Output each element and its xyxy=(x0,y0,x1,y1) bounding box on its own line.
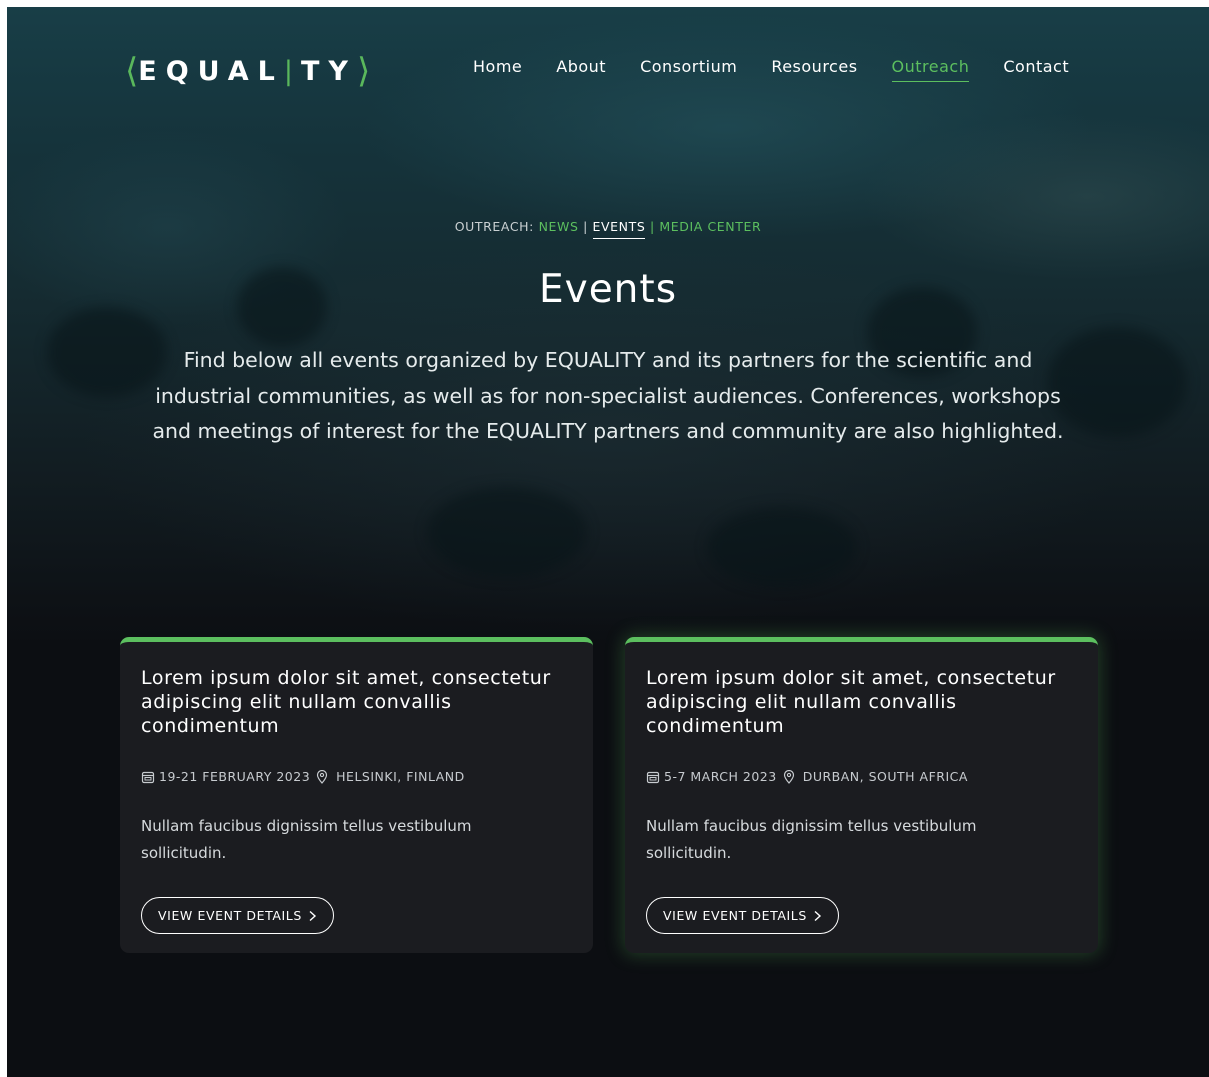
event-card: Lorem ipsum dolor sit amet, consectetur … xyxy=(120,637,593,953)
event-title[interactable]: Lorem ipsum dolor sit amet, consectetur … xyxy=(141,666,572,738)
event-title[interactable]: Lorem ipsum dolor sit amet, consectetur … xyxy=(646,666,1077,738)
nav-item-resources[interactable]: Resources xyxy=(771,57,857,82)
nav-item-outreach[interactable]: Outreach xyxy=(891,57,970,82)
event-location: HELSINKI, FINLAND xyxy=(336,769,465,784)
subnav-separator: | xyxy=(649,219,655,234)
nav-item-consortium[interactable]: Consortium xyxy=(640,57,737,82)
page: ⟨ EQUAL | TY ⟩ Home About Consortium Res… xyxy=(7,7,1209,1077)
nav-item-about[interactable]: About xyxy=(556,57,606,82)
hero-background xyxy=(7,7,1209,647)
page-title: Events xyxy=(538,267,678,312)
view-event-details-button[interactable]: VIEW EVENT DETAILS xyxy=(141,897,334,934)
outreach-subnav: OUTREACH: NEWS | EVENTS | MEDIA CENTER xyxy=(7,219,1209,239)
logo-right-bracket: ⟩ xyxy=(356,51,371,91)
nav-item-home[interactable]: Home xyxy=(473,57,522,82)
subnav-events[interactable]: EVENTS xyxy=(592,219,646,239)
logo-bar: | xyxy=(283,55,301,87)
chevron-right-icon xyxy=(814,910,821,921)
logo-text-part2: TY xyxy=(300,55,357,87)
button-label: VIEW EVENT DETAILS xyxy=(663,908,807,923)
event-location: DURBAN, SOUTH AFRICA xyxy=(802,769,968,784)
nav-item-contact[interactable]: Contact xyxy=(1003,57,1069,82)
logo-left-bracket: ⟨ xyxy=(125,51,139,91)
subnav-media-center[interactable]: MEDIA CENTER xyxy=(659,219,761,234)
map-pin-icon xyxy=(317,769,328,784)
event-date: 19-21 FEBRUARY 2023 xyxy=(159,769,311,784)
calendar-icon xyxy=(141,771,155,783)
logo-text-part1: EQUAL xyxy=(138,55,284,87)
event-date: 5-7 MARCH 2023 xyxy=(664,769,777,784)
map-pin-icon xyxy=(783,769,794,784)
event-card: Lorem ipsum dolor sit amet, consectetur … xyxy=(625,637,1098,953)
button-label: VIEW EVENT DETAILS xyxy=(158,908,302,923)
page-intro: Find below all events organized by EQUAL… xyxy=(152,348,1064,443)
event-description: Nullam faucibus dignissim tellus vestibu… xyxy=(141,817,472,862)
event-description: Nullam faucibus dignissim tellus vestibu… xyxy=(646,817,977,862)
event-meta: 5-7 MARCH 2023 DURBAN, SOUTH AFRICA xyxy=(646,769,1077,784)
calendar-icon xyxy=(646,771,660,783)
subnav-prefix: OUTREACH: xyxy=(454,219,534,234)
chevron-right-icon xyxy=(309,910,316,921)
logo[interactable]: ⟨ EQUAL | TY ⟩ xyxy=(125,51,370,91)
event-meta: 19-21 FEBRUARY 2023 HELSINKI, FINLAND xyxy=(141,769,572,784)
main-nav: Home About Consortium Resources Outreach… xyxy=(473,57,1103,82)
subnav-separator: | xyxy=(583,219,588,234)
view-event-details-button[interactable]: VIEW EVENT DETAILS xyxy=(646,897,839,934)
subnav-news[interactable]: NEWS xyxy=(539,219,579,234)
